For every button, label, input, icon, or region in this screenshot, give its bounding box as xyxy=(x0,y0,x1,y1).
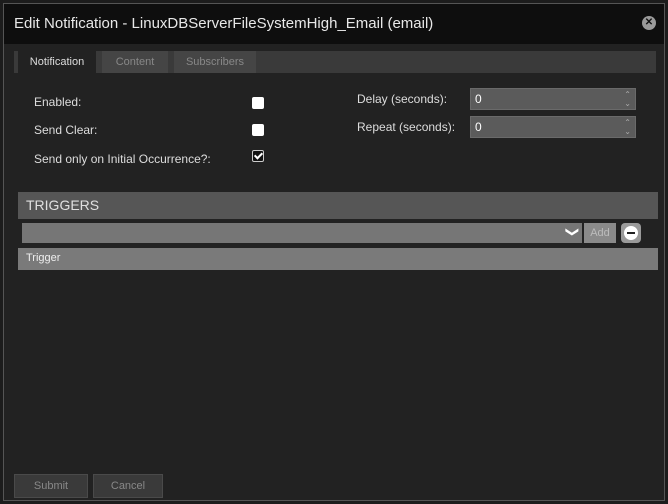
chevron-down-icon[interactable]: ⌄ xyxy=(624,127,631,136)
chevron-down-icon[interactable]: ⌄ xyxy=(624,99,631,108)
cancel-button[interactable]: Cancel xyxy=(93,474,163,498)
send-clear-label: Send Clear: xyxy=(34,123,98,137)
initial-occurrence-checkbox[interactable] xyxy=(252,150,264,162)
tab-subscribers[interactable]: Subscribers xyxy=(174,51,256,73)
repeat-spinner-arrows[interactable]: ⌃ ⌄ xyxy=(624,118,631,136)
enabled-label: Enabled: xyxy=(34,95,82,109)
dialog-title: Edit Notification - LinuxDBServerFileSys… xyxy=(14,15,434,32)
trigger-column-header: Trigger xyxy=(18,248,658,270)
initial-occurrence-label: Send only on Initial Occurrence?: xyxy=(34,152,211,166)
send-clear-checkbox[interactable] xyxy=(252,124,264,136)
remove-trigger-button[interactable] xyxy=(621,223,641,243)
chevron-down-icon[interactable]: ❯ xyxy=(565,227,581,238)
delay-label: Delay (seconds): xyxy=(357,92,448,106)
add-trigger-button[interactable]: Add xyxy=(584,223,616,243)
triggers-section-header: TRIGGERS xyxy=(18,192,658,219)
edit-notification-dialog: Edit Notification - LinuxDBServerFileSys… xyxy=(3,3,665,501)
chevron-up-icon[interactable]: ⌃ xyxy=(624,90,631,99)
enabled-checkbox[interactable] xyxy=(252,97,264,109)
chevron-up-icon[interactable]: ⌃ xyxy=(624,118,631,127)
tab-notification[interactable]: Notification xyxy=(18,51,96,73)
close-icon[interactable]: ✕ xyxy=(642,16,656,30)
dialog-titlebar: Edit Notification - LinuxDBServerFileSys… xyxy=(4,4,664,44)
delay-spinner-arrows[interactable]: ⌃ ⌄ xyxy=(624,90,631,108)
trigger-select[interactable]: ❯ xyxy=(22,223,582,243)
delay-input[interactable]: 0 ⌃ ⌄ xyxy=(470,88,636,110)
minus-circle-icon xyxy=(624,226,638,240)
triggers-title: TRIGGERS xyxy=(26,197,100,213)
delay-value: 0 xyxy=(475,92,482,106)
tab-bar: Notification Content Subscribers xyxy=(14,51,656,73)
submit-button[interactable]: Submit xyxy=(14,474,88,498)
tab-content[interactable]: Content xyxy=(102,51,168,73)
trigger-column-label: Trigger xyxy=(26,252,61,264)
repeat-input[interactable]: 0 ⌃ ⌄ xyxy=(470,116,636,138)
repeat-label: Repeat (seconds): xyxy=(357,120,456,134)
repeat-value: 0 xyxy=(475,120,482,134)
